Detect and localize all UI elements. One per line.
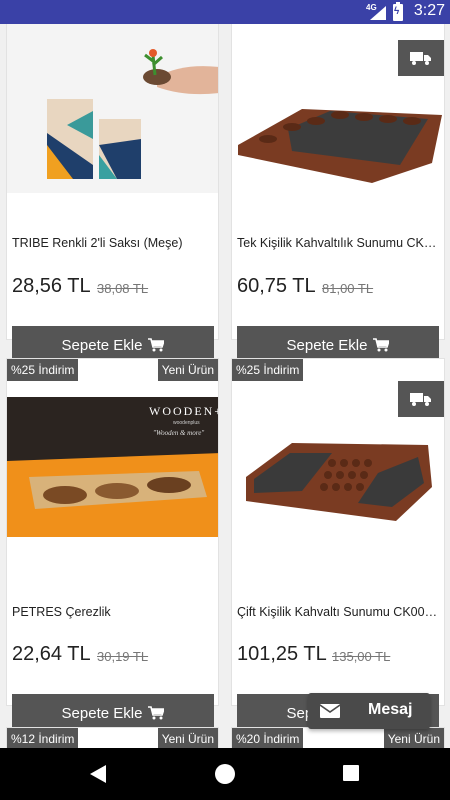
- new-product-badge: Yeni Ürün: [157, 728, 218, 748]
- network-signal-icon: 4G: [366, 3, 388, 21]
- home-icon[interactable]: [215, 764, 235, 784]
- product-name[interactable]: Çift Kişilik Kahvaltı Sunumu CK004.01: [237, 605, 442, 619]
- recent-apps-icon[interactable]: [343, 765, 359, 781]
- product-price: 101,25 TL: [237, 643, 327, 665]
- product-image[interactable]: [232, 421, 444, 539]
- message-label: Mesaj: [368, 701, 413, 718]
- truck-icon: [410, 393, 431, 406]
- button-label: Sepete Ekle: [61, 336, 143, 354]
- brand-logo-text: WOODEN+: [149, 404, 218, 418]
- product-card[interactable]: %25 İndirim Çift Kişilik Kahvaltı Sunumu…: [231, 358, 445, 732]
- product-grid[interactable]: TRIBE Renkli 2'li Saksı (Meşe) 28,56 TL …: [0, 24, 450, 748]
- mail-icon: [308, 693, 352, 729]
- product-name[interactable]: PETRES Çerezlik: [12, 605, 217, 619]
- product-old-price: 81,00 TL: [322, 281, 374, 296]
- product-old-price: 30,19 TL: [97, 649, 149, 664]
- product-image[interactable]: [7, 24, 218, 193]
- message-chat-button[interactable]: Mesaj: [308, 693, 430, 729]
- cart-icon: [148, 338, 165, 352]
- button-label: Sepete Ekle: [61, 704, 143, 722]
- product-price: 28,56 TL: [12, 275, 91, 297]
- product-price: 60,75 TL: [237, 275, 316, 297]
- back-icon[interactable]: [90, 765, 106, 783]
- shipping-badge: [398, 381, 444, 417]
- status-bar: 4G ϟ 3:27: [0, 0, 450, 24]
- button-label: Sepete Ekle: [286, 336, 368, 354]
- new-product-badge: Yeni Ürün: [157, 359, 218, 381]
- product-old-price: 135,00 TL: [332, 649, 391, 664]
- cart-icon: [148, 706, 165, 720]
- product-card[interactable]: TRIBE Renkli 2'li Saksı (Meşe) 28,56 TL …: [6, 24, 219, 364]
- battery-icon: ϟ: [393, 2, 403, 21]
- product-card[interactable]: %20 İndirim Yeni Ürün: [231, 727, 445, 748]
- product-card[interactable]: Tek Kişilik Kahvaltılık Sunumu CK005... …: [231, 24, 445, 364]
- product-name[interactable]: TRIBE Renkli 2'li Saksı (Meşe): [12, 236, 217, 250]
- brand-logo-script: "Wooden & more": [153, 429, 204, 437]
- discount-badge: %12 İndirim: [7, 728, 79, 748]
- product-image[interactable]: WOODEN+ woodenplus "Wooden & more": [7, 397, 218, 537]
- cart-icon: [373, 338, 390, 352]
- product-name[interactable]: Tek Kişilik Kahvaltılık Sunumu CK005...: [237, 236, 442, 250]
- system-navigation-bar: [0, 748, 450, 800]
- discount-badge: %25 İndirim: [7, 359, 79, 381]
- product-card[interactable]: %25 İndirim Yeni Ürün WOODEN+ woodenplus…: [6, 358, 219, 732]
- shipping-badge: [398, 40, 444, 76]
- new-product-badge: Yeni Ürün: [383, 728, 444, 748]
- discount-badge: %25 İndirim: [232, 359, 304, 381]
- product-old-price: 38,08 TL: [97, 281, 149, 296]
- discount-badge: %20 İndirim: [232, 728, 304, 748]
- brand-logo-subtext: woodenplus: [173, 420, 200, 426]
- product-price: 22,64 TL: [12, 643, 91, 665]
- truck-icon: [410, 52, 431, 65]
- clock: 3:27: [413, 2, 445, 19]
- product-card[interactable]: %12 İndirim Yeni Ürün: [6, 727, 219, 748]
